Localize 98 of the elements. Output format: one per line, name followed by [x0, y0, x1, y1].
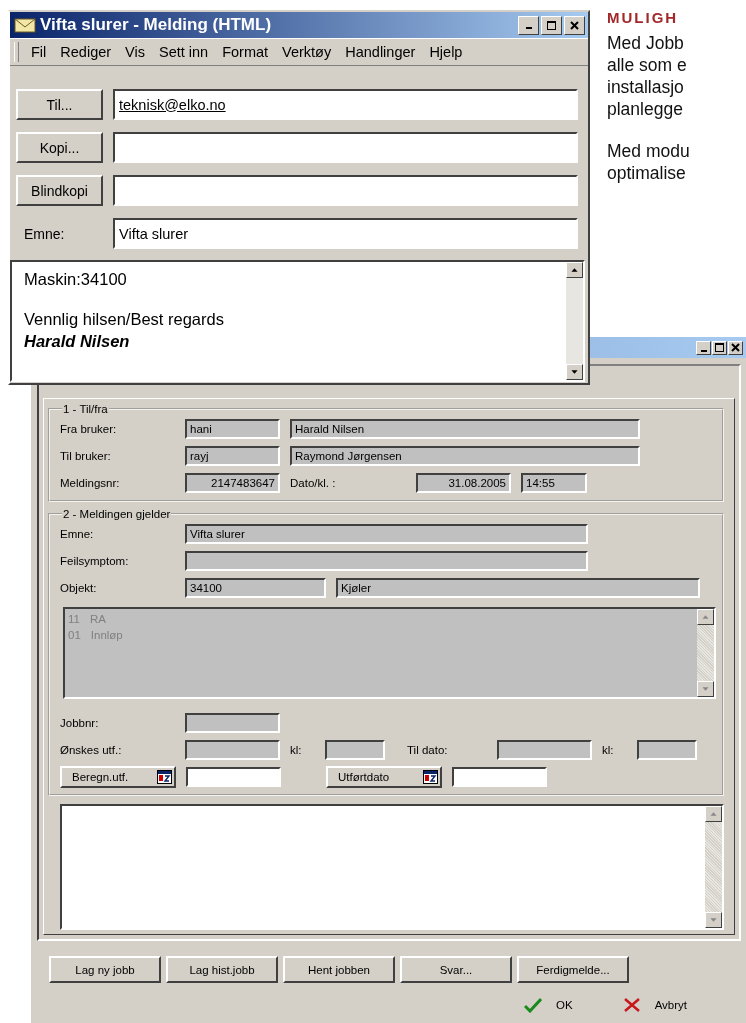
field-label: Fra bruker: [60, 422, 118, 435]
menu-item[interactable]: Format [222, 44, 269, 60]
field-label: Meldingsnr: [60, 476, 121, 489]
maximize-button[interactable] [712, 340, 727, 355]
action-button[interactable]: Ferdigmelde... [517, 956, 629, 983]
action-button[interactable]: Svar... [400, 956, 512, 983]
input-field[interactable] [452, 766, 547, 787]
minimize-icon [700, 349, 707, 352]
list-code: 11 [68, 612, 80, 627]
close-icon [570, 20, 579, 30]
field-value: teknisk@elko.no [119, 96, 226, 113]
field-label: Objekt: [60, 581, 98, 594]
field-label: Til bruker: [60, 449, 112, 462]
menu-item[interactable]: Fil [31, 44, 47, 60]
input-field[interactable] [113, 175, 578, 206]
input-field[interactable]: 34100 [185, 577, 326, 598]
input-field[interactable] [185, 550, 588, 571]
maximize-icon [715, 343, 724, 352]
input-field[interactable]: Harald Nilsen [290, 418, 640, 439]
input-field[interactable] [325, 739, 385, 760]
menu-item[interactable]: Sett inn [159, 44, 209, 60]
paragraph-line: installasjo [607, 76, 684, 98]
scroll-down-button[interactable] [566, 364, 583, 380]
field-label: Jobbnr: [60, 716, 100, 729]
close-button[interactable] [564, 15, 585, 35]
input-field[interactable]: rayj [185, 445, 280, 466]
paragraph-line: optimalise [607, 162, 686, 184]
section-heading: MULIGH [607, 9, 680, 26]
menu-item[interactable]: Rediger [60, 44, 112, 60]
calendar-icon [157, 769, 172, 784]
maximize-icon [547, 20, 556, 30]
input-field[interactable]: Vifta slurer [113, 218, 578, 249]
envelope-icon [14, 17, 36, 33]
field-label: Til dato: [407, 743, 449, 756]
field-label: Emne: [60, 527, 95, 540]
menu-item[interactable]: Vis [125, 44, 145, 60]
scroll-down-button[interactable] [705, 912, 722, 928]
input-field[interactable] [497, 739, 592, 760]
input-field[interactable]: 14:55 [521, 472, 587, 493]
list-text: RA [89, 612, 106, 627]
action-button[interactable]: Hent jobben [283, 956, 395, 983]
field-label: kl: [602, 743, 615, 756]
scrollbar[interactable] [705, 806, 722, 928]
field-label: Ønskes utf.: [60, 743, 123, 756]
menu-item[interactable]: Hjelp [429, 44, 463, 60]
input-field[interactable] [185, 739, 280, 760]
input-field[interactable] [113, 132, 578, 163]
list-code: 01 [68, 628, 81, 643]
input-field[interactable]: 31.08.2005 [416, 472, 511, 493]
address-button[interactable]: Til... [16, 89, 103, 120]
ok-button[interactable]: OK [556, 999, 573, 1011]
body-text: Maskin:34100 [24, 269, 128, 290]
scrollbar[interactable] [566, 262, 583, 380]
scroll-up-button[interactable] [566, 262, 583, 278]
field-label: Dato/kl. : [290, 476, 337, 489]
input-field[interactable]: Kjøler [336, 577, 700, 598]
input-field[interactable] [637, 739, 697, 760]
group-title: 1 - Til/fra [62, 403, 109, 415]
signature-text: Harald Nilsen [24, 331, 131, 352]
group-title: 2 - Meldingen gjelder [62, 508, 172, 520]
paragraph-line: Med modu [607, 140, 690, 162]
calendar-icon [423, 769, 438, 784]
minimize-button[interactable] [518, 15, 539, 35]
minimize-button[interactable] [696, 340, 711, 355]
cancel-button[interactable]: Avbryt [654, 999, 687, 1011]
field-value: Vifta slurer [119, 225, 189, 242]
paragraph-line: alle som e [607, 54, 687, 76]
address-button[interactable]: Blindkopi [16, 175, 103, 206]
scroll-up-button[interactable] [705, 806, 722, 822]
message-body[interactable]: Maskin:34100 Vennlig hilsen/Best regards Harald Nilsen [10, 260, 585, 382]
address-button[interactable]: Kopi... [16, 132, 103, 163]
action-button[interactable]: Lag ny jobb [49, 956, 161, 983]
input-field[interactable] [185, 712, 280, 733]
field-label: Feilsymptom: [60, 554, 130, 567]
close-icon [731, 343, 740, 352]
action-button[interactable]: Lag hist.jobb [166, 956, 278, 983]
paragraph-line: planlegge [607, 98, 683, 120]
input-field[interactable]: Raymond Jørgensen [290, 445, 640, 466]
input-field[interactable]: hani [185, 418, 280, 439]
input-field[interactable]: Vifta slurer [185, 523, 588, 544]
body-text: Vennlig hilsen/Best regards [24, 309, 225, 330]
check-icon [524, 997, 542, 1013]
paragraph-line: Med Jobb [607, 32, 684, 54]
window-title: Vifta slurer - Melding (HTML) [40, 15, 272, 35]
input-field[interactable] [186, 766, 281, 787]
date-button[interactable]: Utførtdato [326, 765, 442, 788]
input-field[interactable]: 2147483647 [185, 472, 280, 493]
list-text: Innløp [90, 628, 123, 643]
close-button[interactable] [728, 340, 743, 355]
menu-item[interactable]: Verktøy [282, 44, 332, 60]
menu-item[interactable]: Handlinger [345, 44, 416, 60]
minimize-icon [525, 27, 532, 29]
field-label: kl: [290, 743, 303, 756]
date-button[interactable]: Beregn.utf. [60, 765, 176, 788]
cross-icon [622, 997, 641, 1013]
maximize-button[interactable] [541, 15, 562, 35]
input-field[interactable]: teknisk@elko.no [113, 89, 578, 120]
field-label: Emne: [23, 224, 66, 244]
